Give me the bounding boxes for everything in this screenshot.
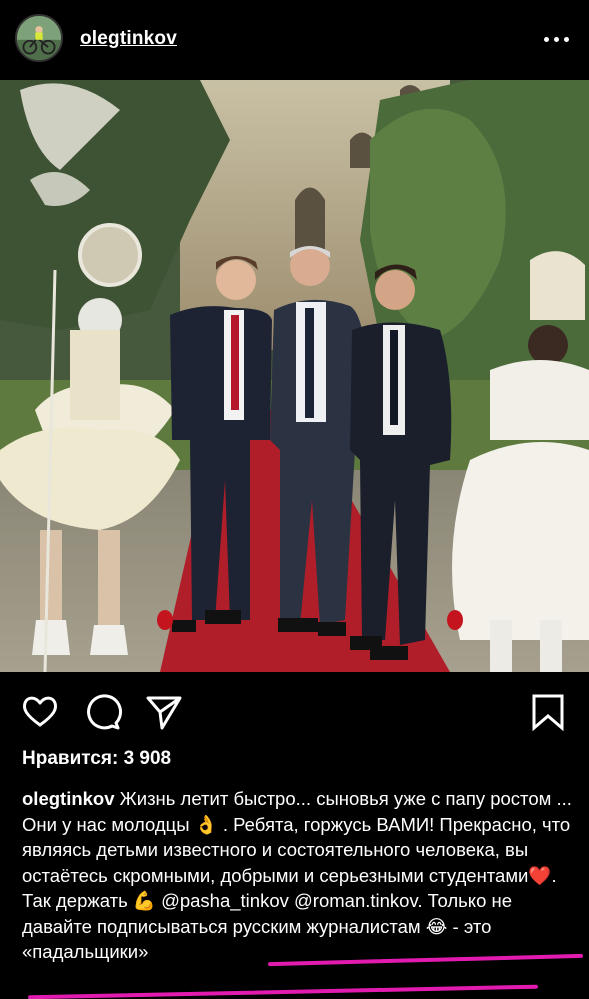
mention-pasha[interactable]: @pasha_tinkov — [161, 890, 289, 911]
muscle-emoji: 💪 — [132, 890, 156, 911]
comment-icon[interactable] — [82, 692, 122, 732]
annotation-underline-2 — [28, 984, 538, 999]
header-username[interactable]: olegtinkov — [80, 28, 177, 50]
laugh-emoji: 😂 — [425, 915, 448, 937]
bookmark-icon[interactable] — [528, 692, 568, 732]
heart-emoji: ❤️ — [528, 864, 552, 886]
avatar[interactable] — [15, 14, 63, 62]
post-header: olegtinkov — [0, 6, 589, 80]
heart-icon[interactable] — [20, 692, 60, 732]
photo-illustration — [0, 80, 589, 672]
ok-hand-emoji: 👌 — [194, 813, 218, 835]
send-icon[interactable] — [144, 692, 184, 732]
mention-roman[interactable]: @roman.tinkov — [294, 890, 417, 911]
more-horizontal-icon[interactable] — [541, 24, 571, 54]
post-caption: olegtinkov Жизнь летит быстро... сыновья… — [22, 786, 578, 965]
post-photo[interactable] — [0, 80, 589, 672]
caption-username[interactable]: olegtinkov — [22, 788, 115, 809]
likes-count[interactable]: Нравится: 3 908 — [22, 748, 171, 770]
post-actions — [0, 672, 589, 742]
